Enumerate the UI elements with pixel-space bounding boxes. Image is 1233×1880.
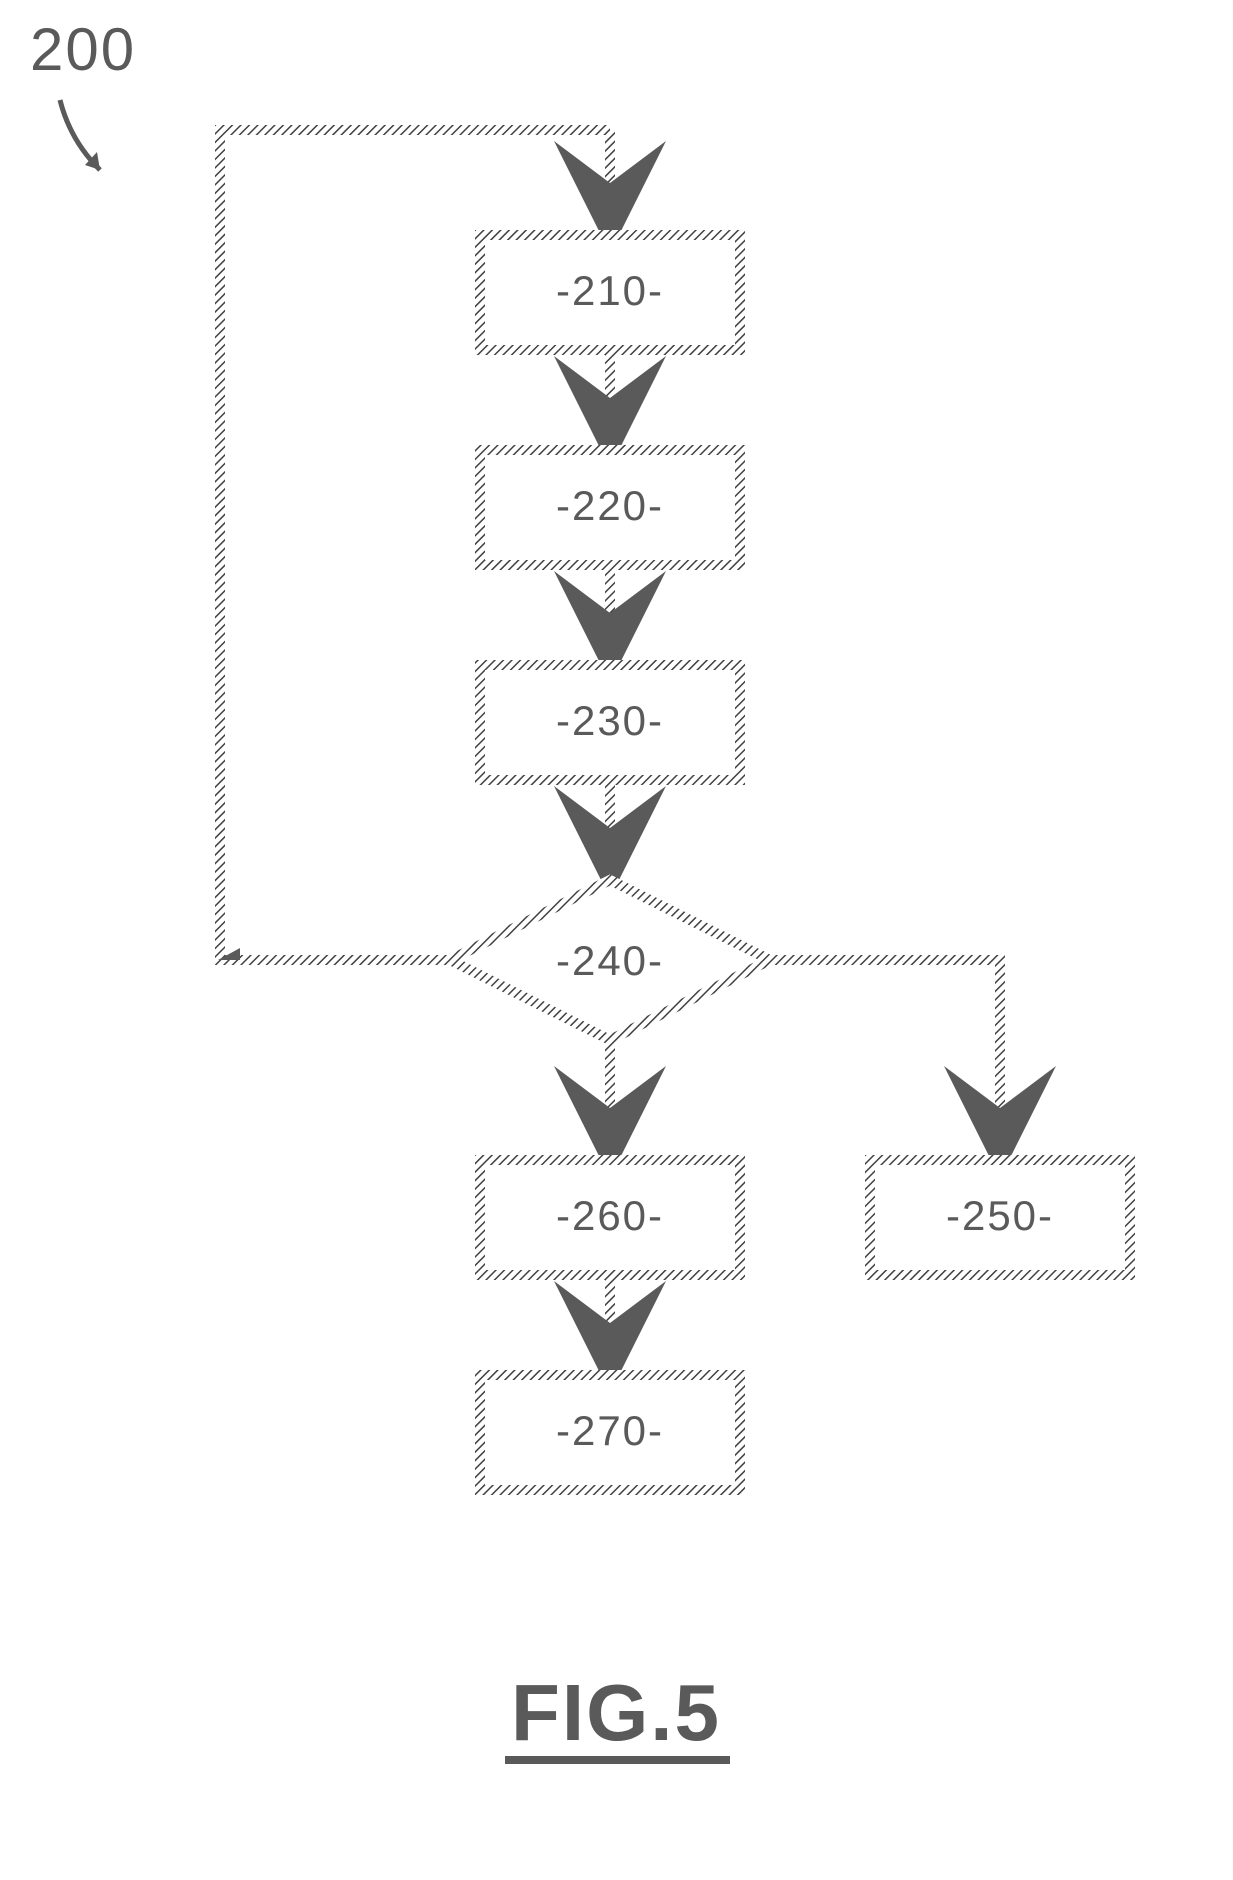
node-270-label: -270-	[556, 1407, 664, 1454]
figure-reference-number: 200	[30, 16, 136, 83]
node-210-label: -210-	[556, 267, 664, 314]
node-250-label: -250-	[946, 1192, 1054, 1239]
node-260-label: -260-	[556, 1192, 664, 1239]
node-220-label: -220-	[556, 482, 664, 529]
node-230-label: -230-	[556, 697, 664, 744]
figure-caption: FIG.5	[511, 1668, 721, 1757]
flowchart-figure: 200 -210- -220- -230- -240- -260- -250- …	[0, 0, 1233, 1880]
edge-240-250	[770, 960, 1000, 1150]
reference-arrow-icon	[60, 100, 100, 170]
node-240-label: -240-	[556, 937, 664, 984]
